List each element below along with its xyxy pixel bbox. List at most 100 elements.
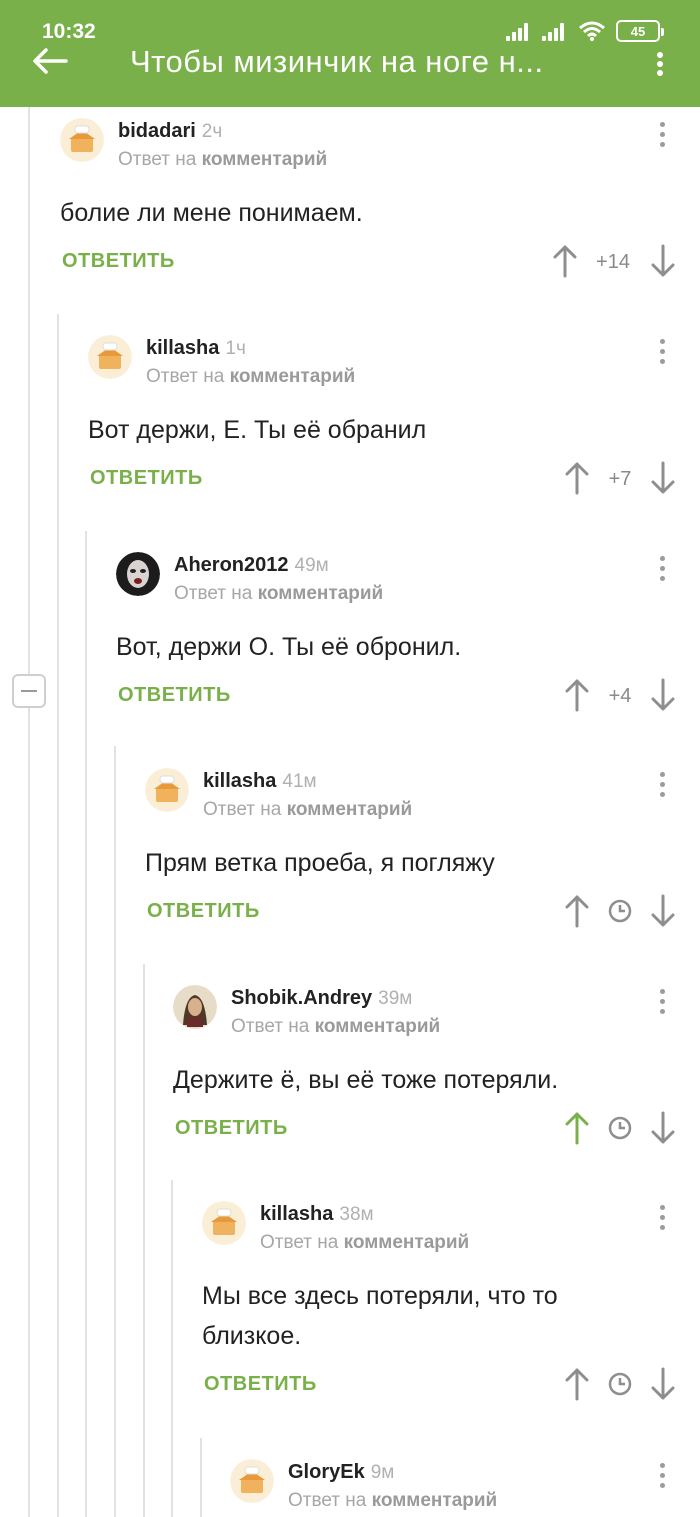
reply-to-link[interactable]: комментарий <box>202 149 328 170</box>
comment-author[interactable]: killasha 41м <box>203 770 317 793</box>
reply-button[interactable]: ОТВЕТИТЬ <box>147 900 260 923</box>
comment-text: Держите ё, вы её тоже потеряли. <box>173 1066 559 1094</box>
thread-line <box>143 964 145 1517</box>
upvote-arrow-icon-active[interactable] <box>564 1111 590 1145</box>
reply-button[interactable]: ОТВЕТИТЬ <box>118 684 231 707</box>
comment-text: Вот, держи О. Ты её обронил. <box>116 633 462 661</box>
comment-text: Прям ветка проеба, я погляжу <box>145 849 495 877</box>
thread-line <box>85 531 87 1517</box>
upvote-arrow-icon[interactable] <box>564 1367 590 1401</box>
clock-icon <box>608 899 632 923</box>
comment-time: 49м <box>294 555 329 576</box>
comment-menu-button[interactable] <box>657 989 667 1019</box>
upvote-arrow-icon[interactable] <box>564 461 590 495</box>
comment-time: 9м <box>370 1462 395 1483</box>
comment-menu-button[interactable] <box>657 339 667 369</box>
reply-button[interactable]: ОТВЕТИТЬ <box>204 1373 317 1396</box>
comment-menu-button[interactable] <box>657 556 667 586</box>
back-arrow-icon[interactable] <box>30 46 70 76</box>
thread-line <box>200 1438 202 1517</box>
reply-to-link[interactable]: комментарий <box>230 366 356 387</box>
downvote-arrow-icon[interactable] <box>650 1111 676 1145</box>
status-time: 10:32 <box>42 20 96 43</box>
signal-icon <box>506 21 532 41</box>
comment-text: Вот держи, Е. Ты её обранил <box>88 416 427 444</box>
reply-to-line: Ответ на комментарий <box>260 1232 470 1253</box>
vote-controls <box>564 1111 680 1145</box>
comment-text: Мы все здесь потеряли, что то близкое. <box>202 1282 558 1350</box>
downvote-arrow-icon[interactable] <box>650 894 676 928</box>
battery-icon: 45 <box>616 20 664 42</box>
signal-icon <box>542 21 568 41</box>
reply-to-link[interactable]: комментарий <box>372 1490 498 1511</box>
downvote-arrow-icon[interactable] <box>650 678 676 712</box>
comment: bidadari 2ч Ответ на комментарий болие ли… <box>60 118 680 288</box>
thread-line <box>28 107 30 674</box>
vote-controls: +14 <box>552 244 680 278</box>
comment: killasha 1ч Ответ на комментарий Вот держ… <box>88 335 680 505</box>
downvote-arrow-icon[interactable] <box>650 244 676 278</box>
app-header: 10:32 45 Чтобы мизинчик на ноге н... <box>0 0 700 107</box>
comment-author[interactable]: killasha 38м <box>260 1203 374 1226</box>
user-photo-avatar[interactable] <box>173 985 217 1029</box>
thread-line <box>57 314 59 1517</box>
comment-author[interactable]: bidadari 2ч <box>118 120 222 143</box>
reply-to-line: Ответ на комментарий <box>288 1490 498 1511</box>
default-avatar-icon[interactable] <box>88 335 132 379</box>
upvote-arrow-icon[interactable] <box>564 894 590 928</box>
reply-to-link[interactable]: комментарий <box>287 799 413 820</box>
reply-to-line: Ответ на комментарий <box>146 366 356 387</box>
reply-to-link[interactable]: комментарий <box>315 1016 441 1037</box>
clock-icon <box>608 1116 632 1140</box>
reply-to-line: Ответ на комментарий <box>118 149 328 170</box>
upvote-arrow-icon[interactable] <box>564 678 590 712</box>
default-avatar-icon[interactable] <box>145 768 189 812</box>
comment: GloryEk 9м Ответ на комментарий <box>230 1459 680 1517</box>
comment-author[interactable]: Aheron2012 49м <box>174 554 329 577</box>
comment-menu-button[interactable] <box>657 1205 667 1235</box>
downvote-arrow-icon[interactable] <box>650 1367 676 1401</box>
reply-button[interactable]: ОТВЕТИТЬ <box>62 250 175 273</box>
default-avatar-icon[interactable] <box>60 118 104 162</box>
default-avatar-icon[interactable] <box>202 1201 246 1245</box>
comment-author[interactable]: GloryEk 9м <box>288 1461 394 1484</box>
comment: Shobik.Andrey 39м Ответ на комментарий Де… <box>173 985 680 1155</box>
wifi-icon <box>579 21 605 41</box>
comment-text: болие ли мене понимаем. <box>60 199 363 227</box>
collapse-thread-button[interactable] <box>12 674 46 708</box>
reply-to-link[interactable]: комментарий <box>258 583 384 604</box>
comment: killasha 38м Ответ на комментарий Мы все … <box>202 1201 680 1411</box>
vote-controls <box>564 894 680 928</box>
reply-button[interactable]: ОТВЕТИТЬ <box>90 467 203 490</box>
comment-rating: +7 <box>608 468 632 490</box>
comment-time: 1ч <box>225 338 246 359</box>
reply-to-link[interactable]: комментарий <box>344 1232 470 1253</box>
vote-controls: +7 <box>564 461 680 495</box>
user-photo-avatar[interactable] <box>116 552 160 596</box>
vote-controls: +4 <box>564 678 680 712</box>
thread-line <box>171 1180 173 1517</box>
comment-menu-button[interactable] <box>657 1463 667 1493</box>
downvote-arrow-icon[interactable] <box>650 461 676 495</box>
page-title: Чтобы мизинчик на ноге н... <box>130 44 544 79</box>
reply-button[interactable]: ОТВЕТИТЬ <box>175 1117 288 1140</box>
default-avatar-icon[interactable] <box>230 1459 274 1503</box>
reply-to-line: Ответ на комментарий <box>174 583 384 604</box>
comment-author[interactable]: killasha 1ч <box>146 337 246 360</box>
comment-time: 2ч <box>201 121 223 142</box>
reply-to-line: Ответ на комментарий <box>231 1016 441 1037</box>
thread-line <box>114 746 116 1517</box>
comment-menu-button[interactable] <box>657 772 667 802</box>
comment-time: 41м <box>282 771 317 792</box>
status-icons: 45 <box>506 20 664 42</box>
thread-line <box>28 708 30 1517</box>
comment: killasha 41м Ответ на комментарий Прям ве… <box>145 768 680 938</box>
comment-author[interactable]: Shobik.Andrey 39м <box>231 987 412 1010</box>
comment-menu-button[interactable] <box>657 122 667 152</box>
comment-time: 38м <box>339 1204 374 1225</box>
comment-rating: +4 <box>608 685 632 707</box>
overflow-menu-button[interactable] <box>650 52 670 78</box>
vote-controls <box>564 1367 680 1401</box>
reply-to-line: Ответ на комментарий <box>203 799 413 820</box>
upvote-arrow-icon[interactable] <box>552 244 578 278</box>
